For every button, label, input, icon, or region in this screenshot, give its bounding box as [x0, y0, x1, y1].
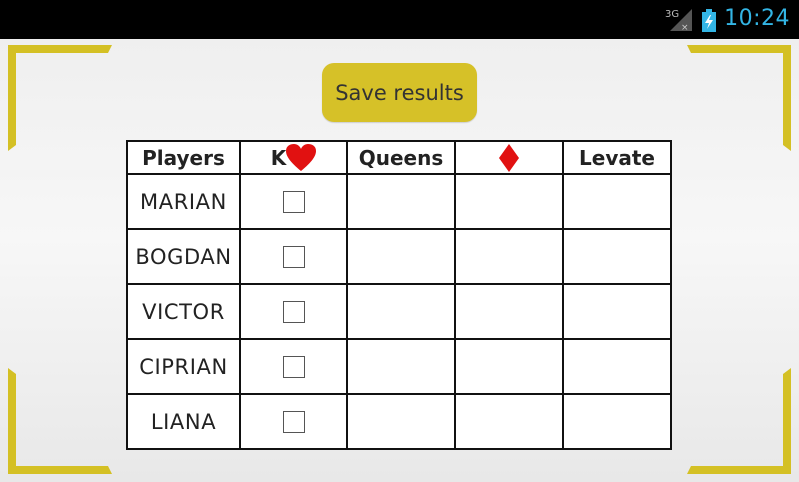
queens-cell: [346, 228, 456, 285]
king-of-hearts-checkbox[interactable]: [282, 410, 305, 433]
levate-cell: [562, 338, 672, 395]
king-of-hearts-cell: [239, 228, 348, 285]
king-of-hearts-cell: [239, 393, 348, 450]
score-table: Players K Queens Levate MARIAN BOGDAN VICT…: [126, 140, 672, 450]
levate-cell: [562, 393, 672, 450]
player-name: VICTOR: [126, 283, 241, 340]
diamond-icon: [499, 143, 519, 172]
corner-bracket-bottom-right: [687, 368, 791, 474]
king-of-hearts-cell: [239, 283, 348, 340]
status-clock: 10:24: [724, 6, 790, 31]
king-of-hearts-checkbox[interactable]: [282, 190, 305, 213]
corner-bracket-top-right: [687, 45, 791, 151]
levate-cell: [562, 173, 672, 230]
status-bar: 3G × 10:24: [0, 0, 799, 39]
queens-cell: [346, 338, 456, 395]
queens-input[interactable]: [348, 230, 454, 283]
king-of-hearts-checkbox[interactable]: [282, 300, 305, 323]
levate-cell: [562, 283, 672, 340]
diamonds-input[interactable]: [456, 230, 562, 283]
player-name: BOGDAN: [126, 228, 241, 285]
diamonds-cell: [454, 283, 564, 340]
player-name: LIANA: [126, 393, 241, 450]
king-of-hearts-cell: [239, 173, 348, 230]
queens-cell: [346, 173, 456, 230]
table-header-row: Players K Queens Levate: [126, 140, 672, 175]
header-k-letter: K: [270, 145, 287, 170]
queens-cell: [346, 393, 456, 450]
queens-cell: [346, 283, 456, 340]
queens-input[interactable]: [348, 395, 454, 448]
king-of-hearts-checkbox[interactable]: [282, 245, 305, 268]
table-row: BOGDAN: [126, 228, 672, 285]
corner-bracket-bottom-left: [8, 368, 112, 474]
network-type-label: 3G: [665, 9, 679, 20]
svg-text:×: ×: [681, 23, 689, 32]
levate-input[interactable]: [564, 285, 670, 338]
player-name: MARIAN: [126, 173, 241, 230]
queens-input[interactable]: [348, 285, 454, 338]
levate-input[interactable]: [564, 175, 670, 228]
king-of-hearts-checkbox[interactable]: [282, 355, 305, 378]
diamonds-cell: [454, 228, 564, 285]
header-players: Players: [126, 140, 241, 175]
queens-input[interactable]: [348, 340, 454, 393]
heart-icon: [286, 143, 317, 171]
header-diamonds: [454, 140, 564, 175]
corner-bracket-top-left: [8, 45, 112, 151]
header-queens: Queens: [346, 140, 456, 175]
queens-input[interactable]: [348, 175, 454, 228]
diamonds-input[interactable]: [456, 175, 562, 228]
player-name: CIPRIAN: [126, 338, 241, 395]
battery-charging-icon: [702, 9, 716, 32]
king-of-hearts-cell: [239, 338, 348, 395]
table-row: MARIAN: [126, 173, 672, 230]
diamonds-cell: [454, 393, 564, 450]
diamonds-cell: [454, 173, 564, 230]
header-king-of-hearts: K: [239, 140, 348, 175]
levate-input[interactable]: [564, 395, 670, 448]
diamonds-input[interactable]: [456, 395, 562, 448]
table-row: VICTOR: [126, 283, 672, 340]
signal-icon: 3G ×: [665, 9, 692, 32]
table-row: CIPRIAN: [126, 338, 672, 395]
levate-input[interactable]: [564, 230, 670, 283]
diamonds-cell: [454, 338, 564, 395]
levate-cell: [562, 228, 672, 285]
save-results-button[interactable]: Save results: [322, 63, 477, 122]
table-row: LIANA: [126, 393, 672, 450]
diamonds-input[interactable]: [456, 340, 562, 393]
diamonds-input[interactable]: [456, 285, 562, 338]
header-levate: Levate: [562, 140, 672, 175]
levate-input[interactable]: [564, 340, 670, 393]
